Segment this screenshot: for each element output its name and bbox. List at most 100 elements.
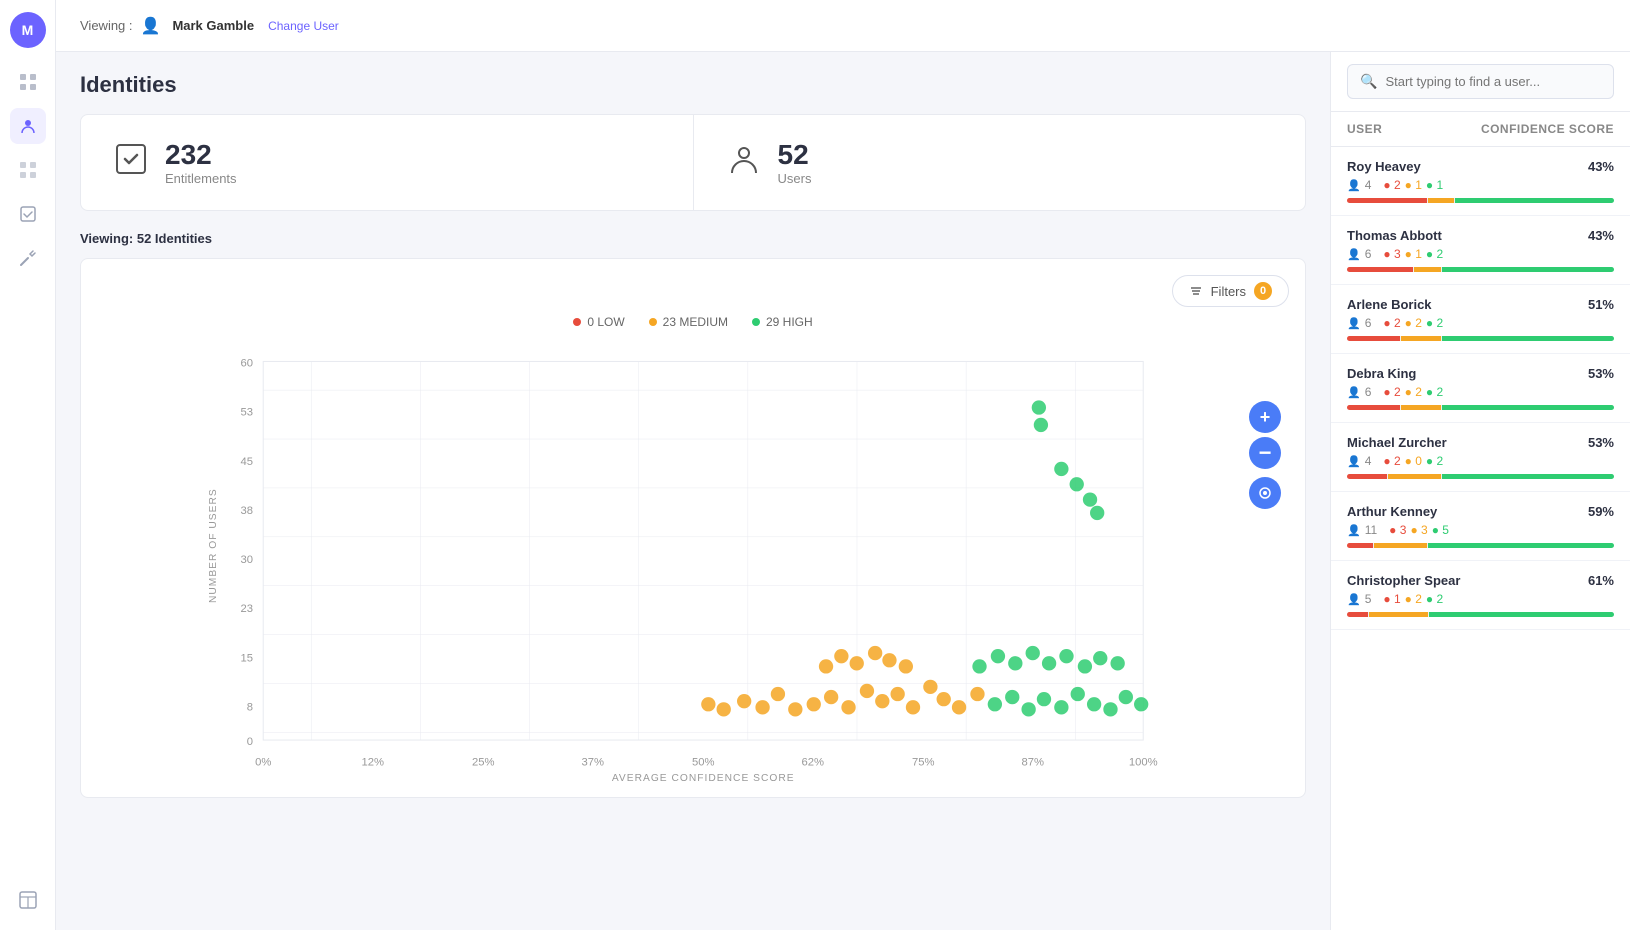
list-item[interactable]: Debra King 53% 👤 6 ● 2 ● 2 ● 2 [1331,354,1630,423]
badge-green: ● 2 [1426,454,1443,468]
user-score: 59% [1588,504,1614,519]
confidence-bar [1347,543,1614,548]
bar-orange [1414,267,1440,272]
svg-text:0%: 0% [255,757,271,769]
user-meta-icon: 👤 [1347,248,1361,261]
list-item[interactable]: Arlene Borick 51% 👤 6 ● 2 ● 2 ● 2 [1331,285,1630,354]
user-meta-icon: 👤 [1347,593,1361,606]
badge-green: ● 2 [1426,592,1443,606]
user-score: 43% [1588,159,1614,174]
avatar[interactable]: M [10,12,46,48]
user-score: 61% [1588,573,1614,588]
user-item-top: Debra King 53% [1347,366,1614,381]
user-name: Thomas Abbott [1347,228,1442,243]
user-meta-icon: 👤 [1347,455,1361,468]
svg-text:30: 30 [240,554,253,566]
bar-orange [1401,405,1441,410]
badge-red: ● 2 [1383,385,1400,399]
badge-orange: ● 1 [1405,247,1422,261]
sidebar-icon-table[interactable] [10,882,46,918]
bar-red [1347,405,1400,410]
user-item-top: Arlene Borick 51% [1347,297,1614,312]
bar-green [1442,336,1614,341]
list-item[interactable]: Thomas Abbott 43% 👤 6 ● 3 ● 1 ● 2 [1331,216,1630,285]
search-input[interactable] [1385,74,1601,89]
user-meta: 👤 6 ● 3 ● 1 ● 2 [1347,247,1614,261]
chart-legend: 0 LOW 23 MEDIUM 29 HIGH [97,315,1289,329]
confidence-bar [1347,336,1614,341]
bar-green [1428,543,1614,548]
badge-red: ● 2 [1383,316,1400,330]
badge-red: ● 3 [1383,247,1400,261]
chart-container: Filters 0 0 LOW 23 MEDIUM [80,258,1306,798]
col-user: User [1347,122,1382,136]
user-item-top: Roy Heavey 43% [1347,159,1614,174]
bar-green [1455,198,1614,203]
confidence-bar [1347,405,1614,410]
svg-text:53: 53 [240,407,253,419]
confidence-bar [1347,267,1614,272]
filters-button[interactable]: Filters 0 [1172,275,1289,307]
user-name: Arlene Borick [1347,297,1432,312]
svg-text:87%: 87% [1021,757,1044,769]
sidebar-icon-tool[interactable] [10,240,46,276]
list-item[interactable]: Michael Zurcher 53% 👤 4 ● 2 ● 0 ● 2 [1331,423,1630,492]
main-area: Viewing : 👤 Mark Gamble Change User Iden… [56,0,1630,930]
legend-label-low: 0 LOW [587,315,624,329]
list-item[interactable]: Christopher Spear 61% 👤 5 ● 1 ● 2 ● 2 [1331,561,1630,630]
svg-text:15: 15 [240,652,253,664]
svg-text:75%: 75% [912,757,935,769]
user-entitlements: 4 [1365,178,1372,192]
viewing-label: Viewing : [80,18,133,33]
user-meta-icon: 👤 [1347,386,1361,399]
svg-text:38: 38 [240,505,253,517]
stat-users-info: 52 Users [778,139,812,186]
stats-row: 232 Entitlements 52 Users [80,114,1306,211]
search-icon: 🔍 [1360,73,1377,90]
sidebar-icon-users[interactable] [10,108,46,144]
user-meta: 👤 4 ● 2 ● 0 ● 2 [1347,454,1614,468]
user-meta: 👤 6 ● 2 ● 2 ● 2 [1347,385,1614,399]
sidebar-icon-analytics[interactable] [10,152,46,188]
zoom-controls: + − [1249,401,1281,509]
user-name: Debra King [1347,366,1416,381]
user-score: 53% [1588,366,1614,381]
zoom-reset-button[interactable] [1249,477,1281,509]
legend-medium: 23 MEDIUM [649,315,728,329]
sidebar-icon-check[interactable] [10,196,46,232]
user-meta-icon: 👤 [1347,317,1361,330]
zoom-in-button[interactable]: + [1249,401,1281,433]
scatter-plot-area: 60 53 45 38 30 23 15 8 0 0% 12% 25% 37% [97,341,1289,781]
svg-text:8: 8 [247,701,253,713]
users-icon [726,141,762,184]
legend-label-high: 29 HIGH [766,315,813,329]
list-item[interactable]: Arthur Kenney 59% 👤 11 ● 3 ● 3 ● 5 [1331,492,1630,561]
bar-green [1442,267,1614,272]
entitlements-label: Entitlements [165,171,237,186]
svg-text:NUMBER OF USERS: NUMBER OF USERS [208,488,219,603]
sidebar-icon-grid[interactable] [10,64,46,100]
scatter-svg: 60 53 45 38 30 23 15 8 0 0% 12% 25% 37% [97,341,1289,781]
users-count: 52 [778,139,812,171]
col-score: Confidence Score [1481,122,1614,136]
user-entitlements: 6 [1365,316,1372,330]
bar-orange [1428,198,1454,203]
confidence-bar [1347,612,1614,617]
user-meta: 👤 6 ● 2 ● 2 ● 2 [1347,316,1614,330]
zoom-out-button[interactable]: − [1249,437,1281,469]
content-wrapper: Identities 232 Entitlements [56,52,1630,930]
svg-text:62%: 62% [801,757,824,769]
bar-red [1347,336,1400,341]
header-username: Mark Gamble [172,18,254,33]
bar-red [1347,612,1368,617]
bar-red [1347,267,1413,272]
legend-high: 29 HIGH [752,315,813,329]
user-meta-icon: 👤 [1347,179,1361,192]
user-entitlements: 6 [1365,385,1372,399]
change-user-link[interactable]: Change User [268,19,339,33]
viewing-info: Viewing: 52 Identities [80,231,1306,246]
right-panel: 🔍 User Confidence Score Roy Heavey 43% 👤… [1330,52,1630,930]
list-item[interactable]: Roy Heavey 43% 👤 4 ● 2 ● 1 ● 1 [1331,147,1630,216]
user-meta: 👤 5 ● 1 ● 2 ● 2 [1347,592,1614,606]
badge-orange: ● 2 [1405,592,1422,606]
